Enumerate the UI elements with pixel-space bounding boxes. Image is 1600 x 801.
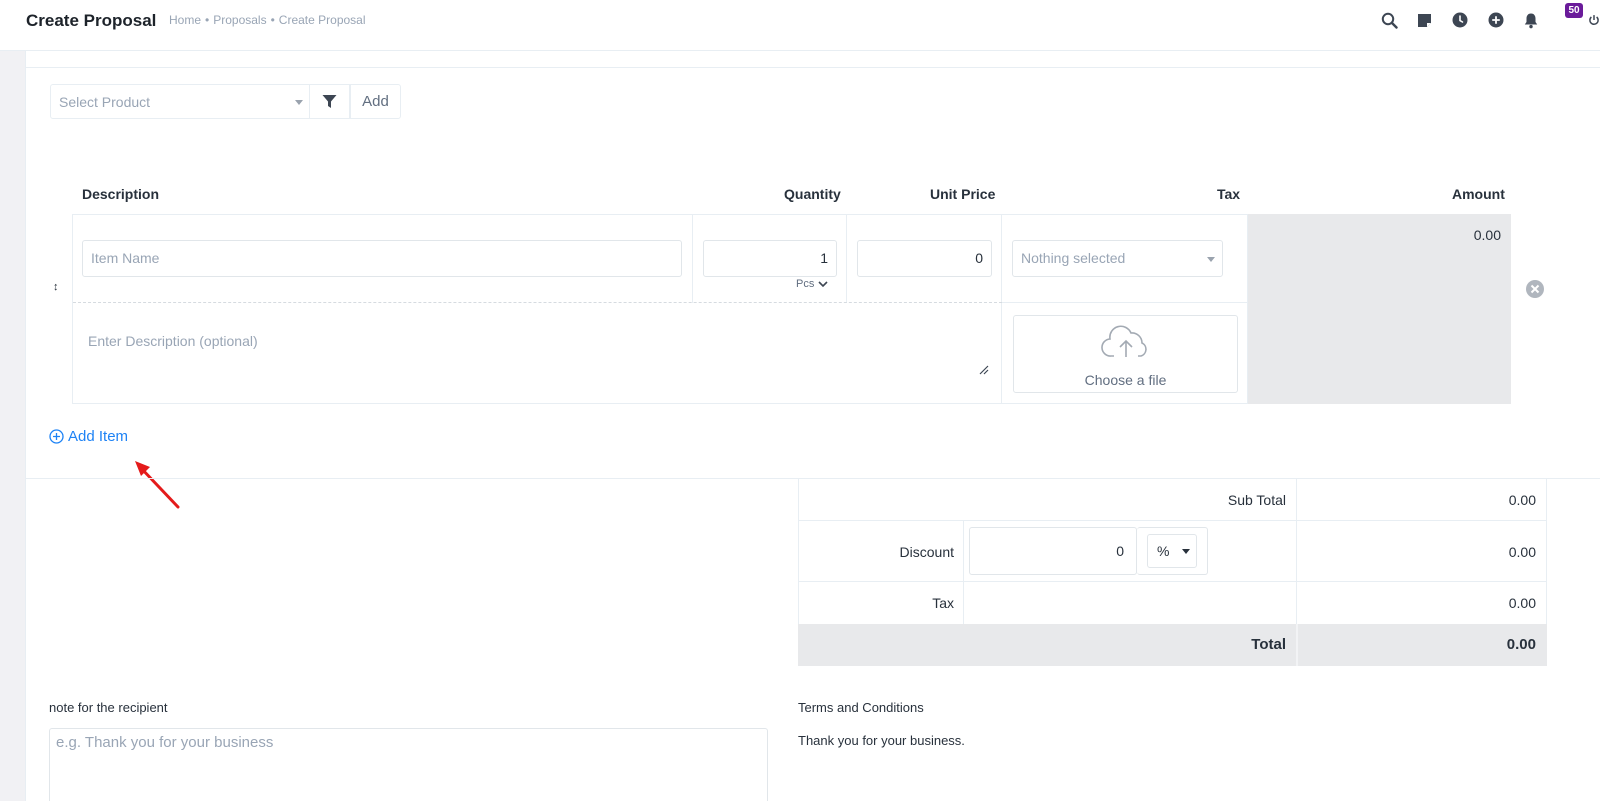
total-label: Total — [1251, 636, 1286, 653]
divider — [692, 214, 693, 303]
sidebar-collapsed — [0, 51, 26, 801]
power-icon[interactable] — [1588, 10, 1600, 30]
note-textarea[interactable]: e.g. Thank you for your business — [49, 728, 768, 801]
sub-total-label: Sub Total — [1227, 492, 1286, 508]
cloud-upload-icon — [1101, 325, 1147, 357]
plus-circle-icon — [49, 429, 64, 444]
terms-label: Terms and Conditions — [798, 700, 924, 715]
drag-handle-icon[interactable]: ↕ — [53, 281, 59, 293]
remove-item-icon[interactable] — [1525, 279, 1545, 304]
filter-icon — [322, 95, 337, 108]
notification-count-badge: 50 — [1565, 3, 1583, 18]
tax-amount: 0.00 — [1508, 595, 1536, 611]
item-description-textarea[interactable]: Enter Description (optional) — [88, 333, 258, 349]
divider — [846, 214, 847, 303]
sticky-note-icon[interactable] — [1414, 10, 1434, 30]
chevron-down-icon — [1207, 257, 1215, 262]
discount-type-value: % — [1157, 543, 1170, 559]
breadcrumb-home[interactable]: Home — [169, 13, 201, 27]
add-item-label: Add Item — [68, 428, 129, 445]
total-value: 0.00 — [1506, 636, 1536, 653]
column-header-tax: Tax — [1217, 186, 1241, 202]
chevron-down-icon — [295, 100, 303, 105]
column-header-amount: Amount — [1452, 186, 1505, 202]
add-item-button[interactable]: Add Item — [49, 428, 128, 445]
breadcrumb-current: Create Proposal — [278, 13, 366, 27]
choose-file-label: Choose a file — [1084, 372, 1167, 388]
column-header-description: Description — [82, 186, 160, 202]
discount-label: Discount — [899, 544, 954, 560]
tax-label: Tax — [932, 595, 954, 611]
discount-amount: 0.00 — [1508, 544, 1536, 560]
bell-icon[interactable] — [1521, 10, 1541, 30]
tax-select[interactable]: Nothing selected — [1012, 240, 1223, 277]
clock-icon[interactable] — [1450, 10, 1470, 30]
column-header-quantity: Quantity — [784, 186, 841, 202]
tax-select-placeholder: Nothing selected — [1021, 250, 1126, 266]
chevron-down-icon — [818, 280, 828, 287]
column-header-unit-price: Unit Price — [930, 186, 996, 202]
item-amount: 0.00 — [1473, 227, 1501, 243]
chevron-down-icon — [1182, 549, 1190, 554]
unit-label: Pcs — [796, 278, 815, 290]
unit-selector[interactable]: Pcs — [796, 278, 828, 290]
terms-text: Thank you for your business. — [798, 733, 965, 748]
divider — [1296, 624, 1298, 666]
filter-button[interactable] — [310, 84, 350, 119]
sub-total-value: 0.00 — [1508, 492, 1536, 508]
annotation-arrow — [135, 461, 180, 509]
unit-price-input[interactable]: 0 — [857, 240, 992, 277]
add-product-button[interactable]: Add — [350, 84, 401, 119]
quantity-input[interactable]: 1 — [703, 240, 837, 277]
note-label: note for the recipient — [49, 700, 168, 715]
divider — [1001, 214, 1002, 404]
breadcrumb: Home • Proposals • Create Proposal — [169, 13, 366, 27]
select-product-dropdown[interactable]: Select Product — [50, 84, 310, 119]
page-title: Create Proposal — [26, 11, 157, 30]
select-product-placeholder: Select Product — [59, 94, 151, 110]
search-icon[interactable] — [1379, 10, 1399, 30]
divider — [26, 67, 1600, 68]
breadcrumb-proposals[interactable]: Proposals — [213, 13, 266, 27]
plus-circle-icon[interactable] — [1486, 10, 1506, 30]
item-name-input[interactable]: Item Name — [82, 240, 682, 277]
discount-type-select[interactable]: % — [1137, 527, 1208, 575]
discount-input[interactable]: 0 — [969, 527, 1137, 575]
divider — [1002, 302, 1248, 303]
resize-handle-icon — [979, 362, 989, 380]
file-upload-dropzone[interactable]: Choose a file — [1013, 315, 1238, 393]
divider — [73, 302, 1002, 303]
